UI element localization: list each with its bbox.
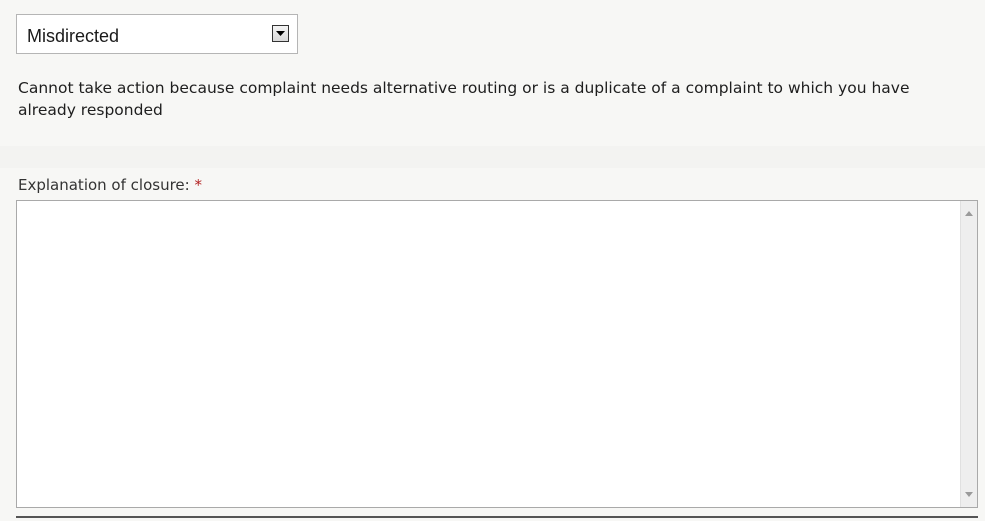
closure-reason-description: Cannot take action because complaint nee… (18, 79, 910, 119)
explanation-label-text: Explanation of closure: (18, 176, 190, 194)
textarea-scrollbar[interactable] (960, 201, 977, 507)
closure-form: Misdirected Cannot take action because c… (0, 0, 985, 521)
chevron-down-icon (276, 31, 285, 36)
scroll-down-arrow-icon[interactable] (965, 492, 973, 497)
dropdown-button[interactable] (272, 25, 289, 42)
explanation-field-wrapper (16, 200, 978, 508)
bottom-divider (16, 516, 978, 518)
required-marker: * (194, 176, 202, 194)
closure-reason-select[interactable]: Misdirected (16, 14, 298, 54)
closure-reason-value: Misdirected (27, 26, 120, 46)
scroll-up-arrow-icon[interactable] (965, 211, 973, 216)
explanation-label: Explanation of closure: * (18, 175, 202, 195)
explanation-textarea[interactable] (17, 201, 960, 507)
section-divider (0, 146, 985, 168)
